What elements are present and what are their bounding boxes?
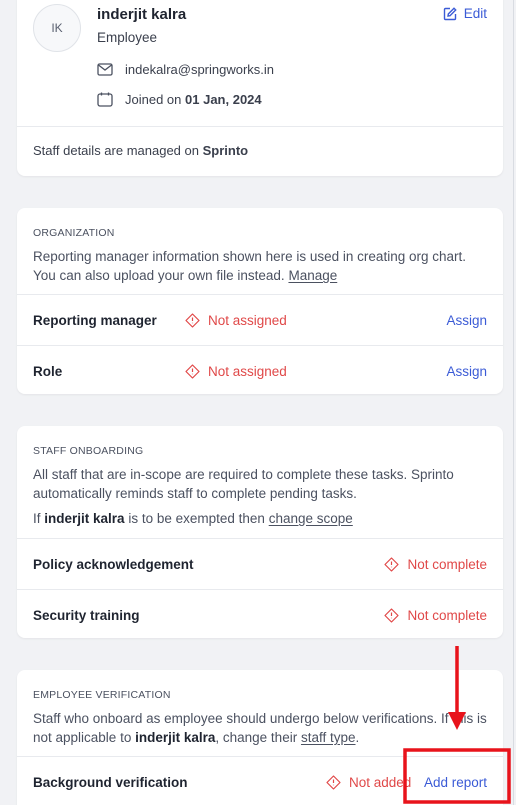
email-row: indekalra@springworks.in	[97, 62, 274, 77]
managed-note: Staff details are managed on Sprinto	[33, 143, 248, 158]
staff-role: Employee	[97, 30, 158, 45]
joined-date: 01 Jan, 2024	[185, 92, 262, 107]
edit-button[interactable]: Edit	[443, 6, 487, 21]
exempt-name: inderjit kalra	[44, 511, 125, 526]
security-training-row: Security training Not complete	[17, 590, 503, 638]
background-verification-status-text: Not added	[349, 774, 412, 790]
organization-header: ORGANIZATION Reporting manager informati…	[17, 208, 503, 294]
add-report-button[interactable]: Add report	[424, 775, 487, 790]
joined-row: Joined on 01 Jan, 2024	[97, 92, 262, 107]
background-verification-status: Not added	[326, 775, 411, 790]
reporting-manager-status-text: Not assigned	[208, 312, 287, 328]
reporting-manager-label: Reporting manager	[33, 312, 157, 328]
onboarding-header: STAFF ONBOARDING All staff that are in-s…	[17, 426, 503, 538]
organization-desc-line1: Reporting manager information shown here…	[33, 249, 466, 264]
organization-desc-line2: You can also upload your own file instea…	[33, 266, 487, 285]
organization-card: ORGANIZATION Reporting manager informati…	[17, 208, 503, 394]
avatar-initials: IK	[51, 21, 63, 35]
warning-icon	[185, 363, 200, 379]
organization-heading: ORGANIZATION	[33, 227, 115, 239]
edit-icon	[443, 6, 457, 21]
verification-desc-line1: Staff who onboard as employee should und…	[33, 711, 487, 726]
onboarding-exempt-line: If inderjit kalra is to be exempted then…	[33, 509, 487, 528]
calendar-icon	[97, 92, 113, 107]
policy-acknowledgement-status-text: Not complete	[407, 556, 487, 572]
security-training-label: Security training	[33, 607, 140, 623]
verification-desc-line2: not applicable to inderjit kalra, change…	[33, 728, 487, 747]
policy-acknowledgement-status: Not complete	[384, 557, 487, 572]
managed-by: Sprinto	[202, 143, 249, 158]
staff-type-link[interactable]: staff type	[301, 730, 356, 745]
email-text: indekalra@springworks.in	[125, 62, 275, 77]
role-label: Role	[33, 363, 63, 379]
profile-divider	[17, 126, 503, 127]
security-training-status-text: Not complete	[407, 607, 487, 623]
warning-icon	[185, 312, 200, 328]
change-scope-link[interactable]: change scope	[269, 511, 353, 526]
verification-desc-name: inderjit kalra	[135, 730, 216, 745]
page-edge	[513, 0, 514, 805]
background-verification-row: Background verification Not added Add re…	[17, 757, 503, 805]
managed-prefix: Staff details are managed on	[33, 143, 199, 158]
staff-name: inderjit kalra	[97, 6, 187, 23]
verification-desc-mid: , change their	[215, 730, 298, 745]
security-training-status: Not complete	[384, 608, 487, 623]
verification-desc-prefix: not applicable to	[33, 730, 132, 745]
background-verification-label: Background verification	[33, 774, 188, 790]
role-row: Role Not assigned Assign	[17, 346, 503, 394]
policy-acknowledgement-label: Policy acknowledgement	[33, 556, 194, 572]
reporting-manager-status: Not assigned	[185, 313, 287, 328]
verification-desc-end: .	[355, 730, 360, 745]
verification-card: EMPLOYEE VERIFICATION Staff who onboard …	[17, 670, 503, 805]
warning-icon	[384, 556, 400, 572]
mail-icon	[97, 63, 113, 76]
verification-heading: EMPLOYEE VERIFICATION	[33, 689, 171, 701]
assign-reporting-manager-button[interactable]: Assign	[446, 313, 487, 328]
policy-acknowledgement-row: Policy acknowledgement Not complete	[17, 539, 503, 589]
manage-link[interactable]: Manage	[288, 268, 337, 283]
onboarding-card: STAFF ONBOARDING All staff that are in-s…	[17, 426, 503, 638]
onboarding-heading: STAFF ONBOARDING	[33, 445, 144, 457]
avatar: IK	[33, 4, 81, 52]
warning-icon	[326, 774, 341, 790]
edit-label: Edit	[463, 6, 487, 21]
verification-header: EMPLOYEE VERIFICATION Staff who onboard …	[17, 670, 503, 756]
exempt-mid: is to be exempted then	[128, 511, 265, 526]
reporting-manager-row: Reporting manager Not assigned Assign	[17, 295, 503, 345]
role-status: Not assigned	[185, 364, 287, 379]
profile-card: IK inderjit kalra Employee Edit indekalr…	[17, 0, 503, 176]
assign-role-button[interactable]: Assign	[446, 364, 487, 379]
onboarding-desc: All staff that are in-scope are required…	[33, 467, 454, 501]
exempt-prefix: If	[33, 511, 41, 526]
warning-icon	[384, 607, 400, 623]
role-status-text: Not assigned	[208, 363, 287, 379]
organization-desc-text: You can also upload your own file instea…	[33, 268, 285, 283]
joined-prefix: Joined on	[125, 92, 182, 107]
